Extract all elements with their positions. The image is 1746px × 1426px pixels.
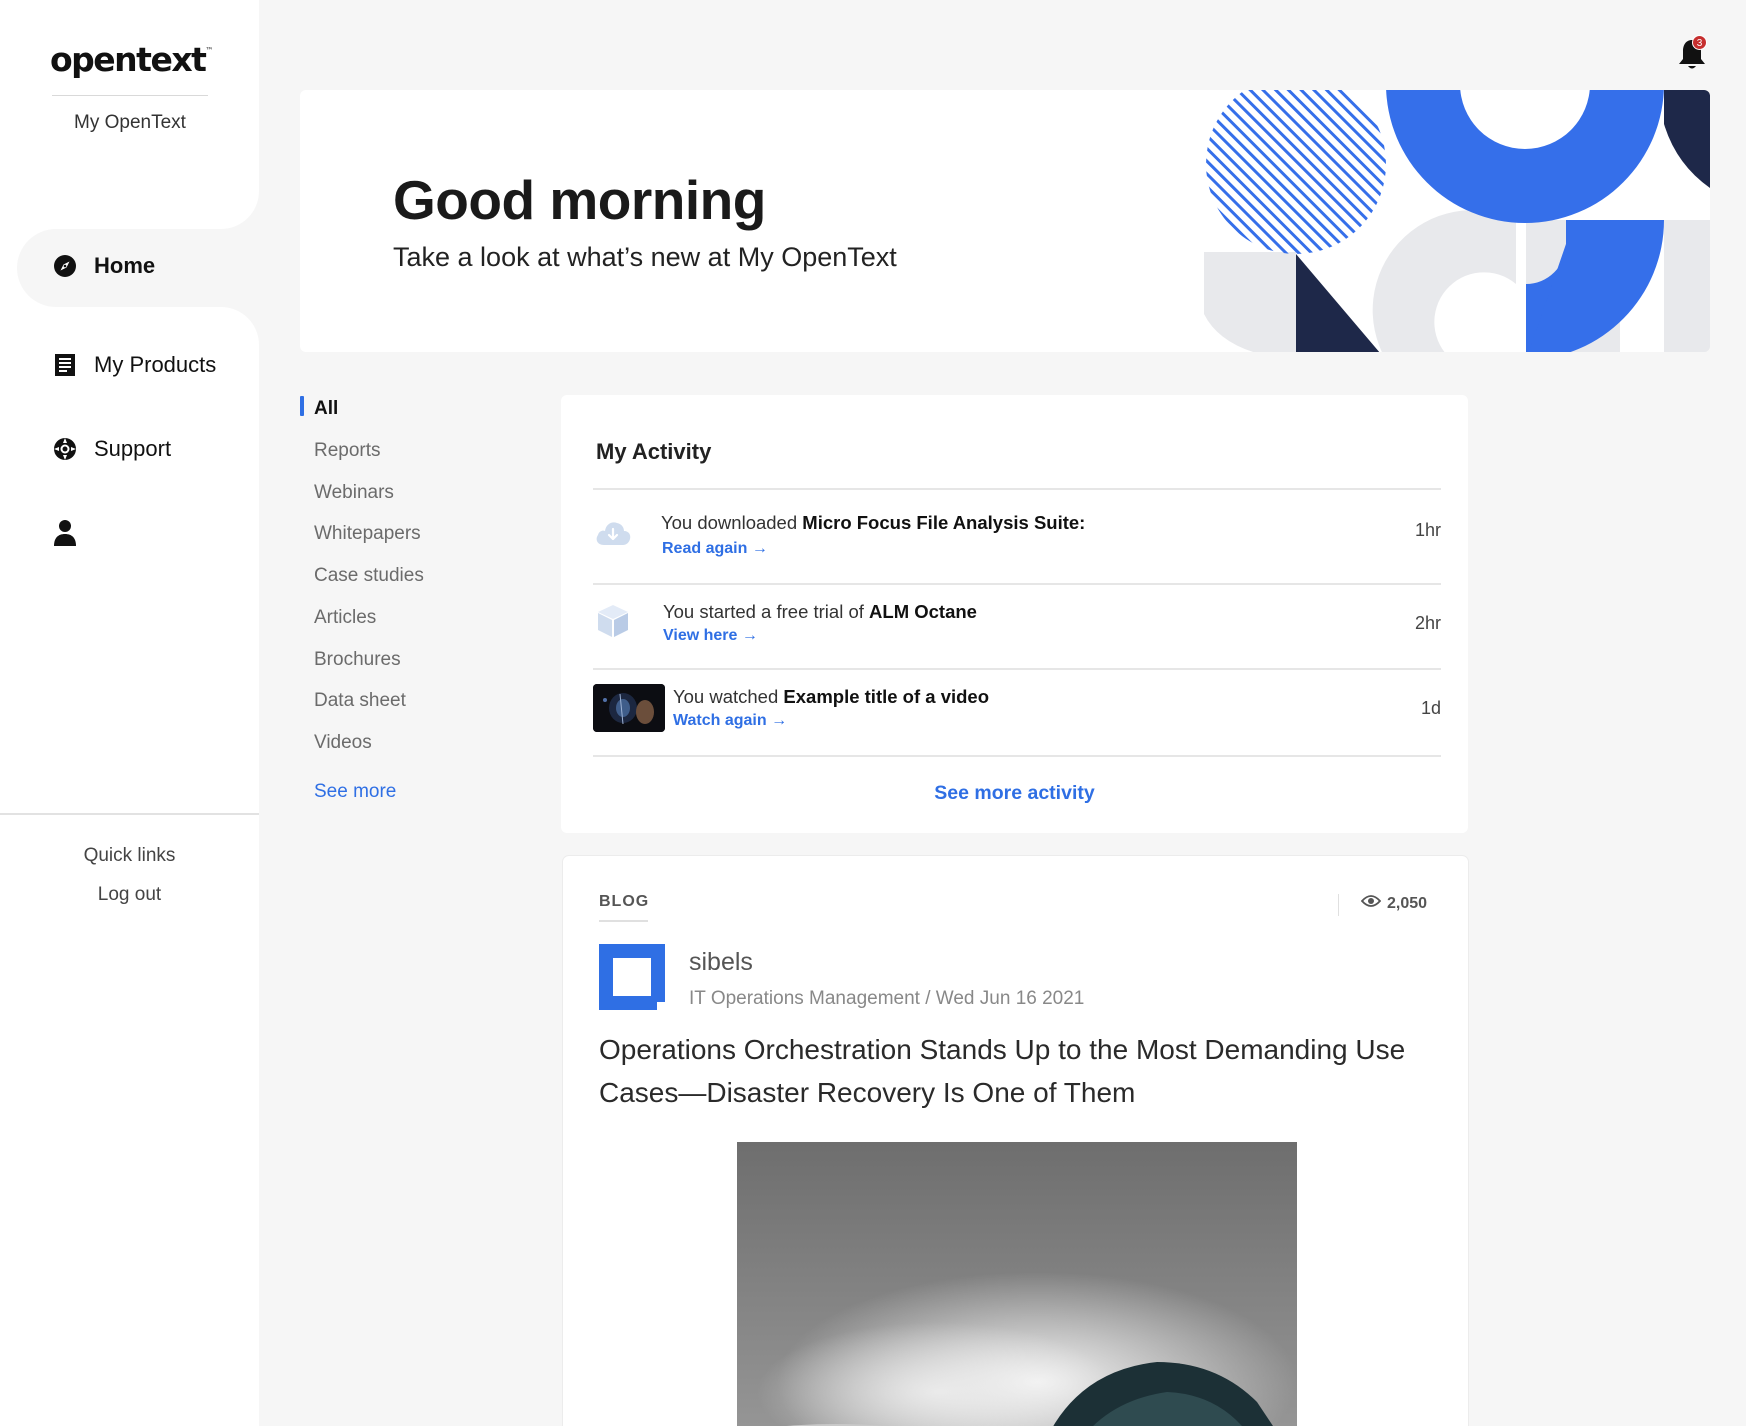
activity-row: You started a free trial of ALM Octane V… [593,585,1441,669]
brand: opentext™ My OpenText [50,40,213,134]
card-title: My Activity [596,439,712,464]
view-count-value: 2,050 [1387,894,1428,912]
sidebar-item-label: My Products [94,352,217,377]
page-subtitle: Take a look at what’s new at My OpenText [393,242,897,272]
activity-row: You watched Example title of a video Wat… [593,670,1441,754]
post-title[interactable]: Operations Orchestration Stands Up to th… [599,1028,1439,1114]
nav-active-curve [200,307,259,347]
page-title: Good morning [393,169,766,231]
filter-reports[interactable]: Reports [314,440,381,462]
sidebar: opentext™ My OpenText Home My Products S… [0,0,259,1426]
sidebar-divider [0,813,259,815]
brand-divider [52,95,208,96]
user-icon [52,520,78,546]
filter-whitepapers[interactable]: Whitepapers [314,523,421,545]
view-here-link[interactable]: View here → [663,627,758,645]
sidebar-item-home[interactable]: Home [52,253,155,279]
activity-text: You watched Example title of a video [673,686,990,707]
arrow-right-icon: → [771,712,788,729]
cube-icon [593,601,633,641]
sidebar-item-label: Support [94,436,172,461]
eye-icon [1360,894,1382,913]
content-type-tag: BLOG [599,893,650,910]
filter-see-more-link[interactable]: See more [314,781,396,803]
opentext-logo[interactable]: opentext™ [50,40,213,79]
active-filter-indicator [300,396,304,416]
view-count: 2,050 [1360,894,1428,913]
my-activity-card: My Activity You downloaded Micro Focus F… [561,395,1468,833]
filter-data-sheet[interactable]: Data sheet [314,690,406,712]
lifebuoy-icon [52,436,78,462]
sidebar-item-label: Home [94,253,156,278]
cloud-download-icon [593,512,633,552]
sidebar-item-support[interactable]: Support [52,436,171,462]
hero-decorative-graphic [1204,90,1710,352]
divider [1338,894,1339,916]
author-name[interactable]: sibels [689,948,753,977]
arrow-right-icon: → [751,540,768,557]
post-meta: IT Operations Management / Wed Jun 16 20… [689,988,1085,1009]
activity-text: You started a free trial of ALM Octane [663,601,977,622]
post-image [737,1142,1297,1426]
filter-articles[interactable]: Articles [314,607,376,629]
video-thumbnail[interactable] [593,684,665,732]
activity-text: You downloaded Micro Focus File Analysis… [661,512,1086,533]
quick-links-link[interactable]: Quick links [0,845,259,867]
watch-again-link[interactable]: Watch again → [673,712,787,730]
sidebar-item-profile[interactable] [52,520,78,546]
author-avatar [599,944,665,1010]
filter-webinars[interactable]: Webinars [314,482,394,504]
brand-subtitle: My OpenText [74,112,186,133]
divider [593,755,1441,757]
arrow-right-icon: → [741,627,758,644]
filter-videos[interactable]: Videos [314,732,372,754]
activity-time: 1hr [1414,520,1441,540]
filter-case-studies[interactable]: Case studies [314,565,424,587]
activity-time: 1d [1420,698,1441,718]
sidebar-item-my-products[interactable]: My Products [52,352,216,378]
document-icon [52,352,78,378]
activity-row: You downloaded Micro Focus File Analysis… [593,490,1441,574]
compass-icon [52,253,78,279]
nav-active-curve [200,189,259,229]
filter-all[interactable]: All [314,398,338,420]
blog-card[interactable]: BLOG 2,050 sibels IT Operations Manageme… [563,856,1468,1426]
notification-badge: 3 [1692,35,1707,50]
logout-link[interactable]: Log out [0,884,259,906]
hero-banner: Good morning Take a look at what’s new a… [300,90,1710,352]
activity-time: 2hr [1414,613,1441,633]
read-again-link[interactable]: Read again → [662,540,768,558]
tag-underline [599,920,648,922]
filter-brochures[interactable]: Brochures [314,649,401,671]
see-more-activity-link[interactable]: See more activity [561,782,1468,805]
